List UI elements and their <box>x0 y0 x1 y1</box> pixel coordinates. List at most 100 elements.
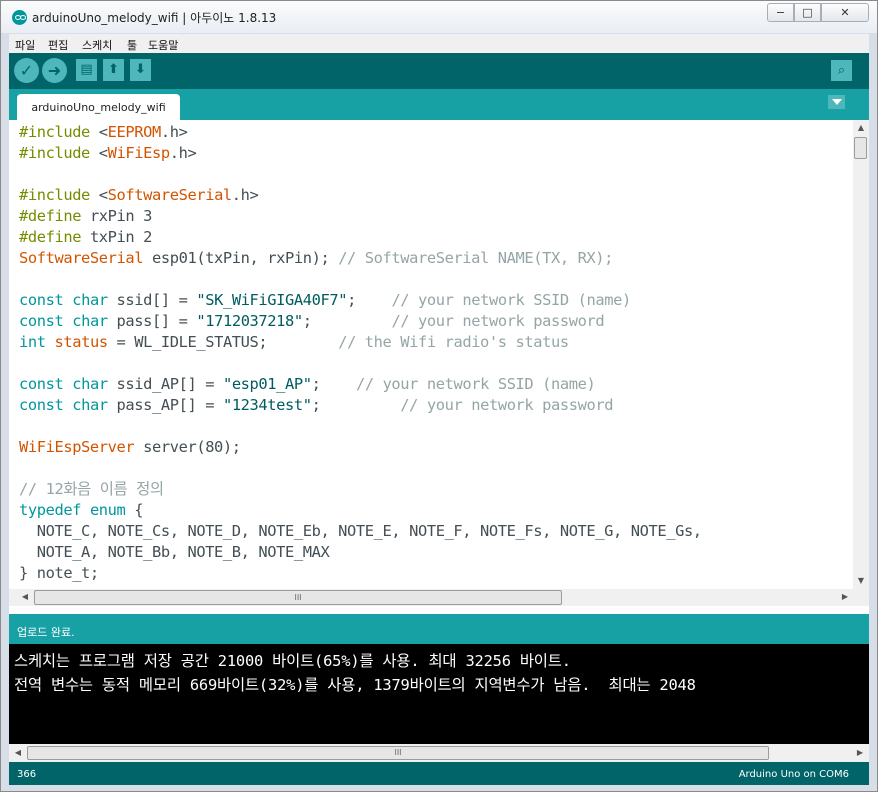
code-line: const char ssid_AP[] = "esp01_AP"; // yo… <box>19 374 596 395</box>
code-token: enum <box>89 501 126 519</box>
minimize-button[interactable]: − <box>767 3 794 22</box>
code-line: NOTE_C, NOTE_Cs, NOTE_D, NOTE_Eb, NOTE_E… <box>19 521 702 542</box>
code-token: #include <box>19 123 99 141</box>
code-token: char <box>72 375 108 393</box>
code-token: // the Wifi radio's status <box>338 333 569 351</box>
code-token: pass[] = <box>107 312 197 330</box>
serial-monitor-icon[interactable]: ⌕ <box>831 60 852 81</box>
tabs-bar: arduinoUno_melody_wifi <box>9 89 869 120</box>
code-token: "esp01_AP" <box>222 375 312 393</box>
code-line: #define txPin 2 <box>19 227 152 248</box>
code-line: const char pass[] = "1712037218"; // you… <box>19 311 605 332</box>
code-token: .h> <box>231 186 259 204</box>
tab-sketch[interactable]: arduinoUno_melody_wifi <box>17 94 180 120</box>
code-token: pass_AP[] = <box>107 396 223 414</box>
code-token: = WL_IDLE_STATUS; <box>107 333 339 351</box>
menu-edit[interactable]: 편집 <box>48 37 68 53</box>
scroll-thumb[interactable]: III <box>34 590 562 605</box>
console-horizontal-scrollbar[interactable]: ◀ III ▶ <box>9 744 869 762</box>
code-line: int status = WL_IDLE_STATUS; // the Wifi… <box>19 332 569 353</box>
editor-horizontal-scrollbar[interactable]: ◀ III ▶ <box>9 589 869 606</box>
code-line: #include <EEPROM.h> <box>19 122 188 143</box>
menu-file[interactable]: 파일 <box>15 37 35 53</box>
code-token: const <box>19 291 64 309</box>
code-token: char <box>72 312 108 330</box>
code-token: txPin 2 <box>89 228 152 246</box>
code-line: #include <WiFiEsp.h> <box>19 143 197 164</box>
code-token: { <box>125 501 144 519</box>
code-token: NOTE_C, NOTE_Cs, NOTE_D, NOTE_Eb, NOTE_E… <box>19 522 702 540</box>
code-line: SoftwareSerial esp01(txPin, rxPin); // S… <box>19 248 613 269</box>
code-token: char <box>72 291 108 309</box>
code-token: SoftwareSerial <box>107 186 233 204</box>
code-token: < <box>98 123 108 141</box>
menu-tools[interactable]: 툴 <box>127 37 137 53</box>
code-token: int <box>19 333 46 351</box>
code-token: // your network SSID (name) <box>355 375 596 393</box>
code-token: // 12화음 이름 정의 <box>19 480 164 498</box>
code-token: #define <box>19 207 90 225</box>
code-token: #include <box>19 186 99 204</box>
scroll-right-icon[interactable]: ▶ <box>852 745 868 761</box>
scroll-left-icon[interactable]: ◀ <box>17 589 33 605</box>
code-token: const <box>19 312 64 330</box>
code-token: SoftwareSerial <box>19 249 144 267</box>
console-output[interactable]: 스케치는 프로그램 저장 공간 21000 바이트(65%)를 사용. 최대 3… <box>9 644 869 744</box>
code-token: "1234test" <box>222 396 312 414</box>
code-token: esp01(txPin, rxPin); <box>143 249 339 267</box>
code-token: char <box>72 396 108 414</box>
code-token: #define <box>19 228 90 246</box>
open-sketch-icon[interactable]: ⬆ <box>103 59 124 81</box>
maximize-button[interactable]: □ <box>794 3 821 22</box>
scroll-up-icon[interactable]: ▲ <box>853 120 869 136</box>
code-token: < <box>98 186 108 204</box>
save-sketch-icon[interactable]: ⬇ <box>130 59 151 81</box>
code-line: } note_t; <box>19 563 99 584</box>
menu-bar: 파일 편집 스케치 툴 도움말 <box>9 34 869 53</box>
scroll-down-icon[interactable]: ▼ <box>853 573 869 589</box>
menu-help[interactable]: 도움말 <box>148 37 178 53</box>
status-message: 업로드 완료. <box>17 626 75 639</box>
code-token: ; <box>311 375 356 393</box>
code-token: < <box>98 144 108 162</box>
tab-menu-icon[interactable] <box>828 95 845 109</box>
menu-sketch[interactable]: 스케치 <box>82 37 112 53</box>
code-editor[interactable]: #include <EEPROM.h> #include <WiFiEsp.h> #… <box>9 120 853 589</box>
toolbar: ✓ ➜ ▤ ⬆ ⬇ ⌕ <box>9 53 869 89</box>
code-line: const char pass_AP[] = "1234test"; // yo… <box>19 395 613 416</box>
code-token: // SoftwareSerial NAME(TX, RX); <box>338 249 614 267</box>
code-token: server(80); <box>134 438 241 456</box>
scroll-thumb[interactable]: III <box>27 746 769 760</box>
code-token: "SK_WiFiGIGA40F7" <box>196 291 348 309</box>
window-title: arduinoUno_melody_wifi | 아두이노 1.8.13 <box>32 11 277 25</box>
console-line: 전역 변수는 동적 메모리 669바이트(32%)를 사용, 1379바이트의 … <box>14 676 696 694</box>
editor-vertical-scrollbar[interactable]: ▲ ▼ <box>853 120 869 589</box>
title-bar[interactable]: arduinoUno_melody_wifi | 아두이노 1.8.13 − □… <box>1 1 877 33</box>
code-line: #define rxPin 3 <box>19 206 152 227</box>
new-sketch-icon[interactable]: ▤ <box>76 59 97 81</box>
code-line: // 12화음 이름 정의 <box>19 479 164 500</box>
close-button[interactable]: ✕ <box>821 3 869 22</box>
code-token: status <box>54 333 108 351</box>
scroll-left-icon[interactable]: ◀ <box>10 745 26 761</box>
code-token: WiFiEsp <box>107 144 170 162</box>
code-token: ssid_AP[] = <box>107 375 223 393</box>
scroll-thumb[interactable] <box>854 137 867 159</box>
code-token: // your network password <box>400 396 614 414</box>
line-number: 366 <box>17 769 37 780</box>
verify-icon[interactable]: ✓ <box>14 58 39 83</box>
code-token: .h> <box>160 123 188 141</box>
code-line: const char ssid[] = "SK_WiFiGIGA40F7"; /… <box>19 290 631 311</box>
code-token: rxPin 3 <box>89 207 152 225</box>
editor-console-divider[interactable] <box>9 606 869 614</box>
code-token: NOTE_A, NOTE_Bb, NOTE_B, NOTE_MAX <box>19 543 330 561</box>
upload-icon[interactable]: ➜ <box>42 58 67 83</box>
code-token: } note_t; <box>19 564 99 582</box>
code-token: WiFiEspServer <box>19 438 135 456</box>
scroll-right-icon[interactable]: ▶ <box>837 589 853 605</box>
